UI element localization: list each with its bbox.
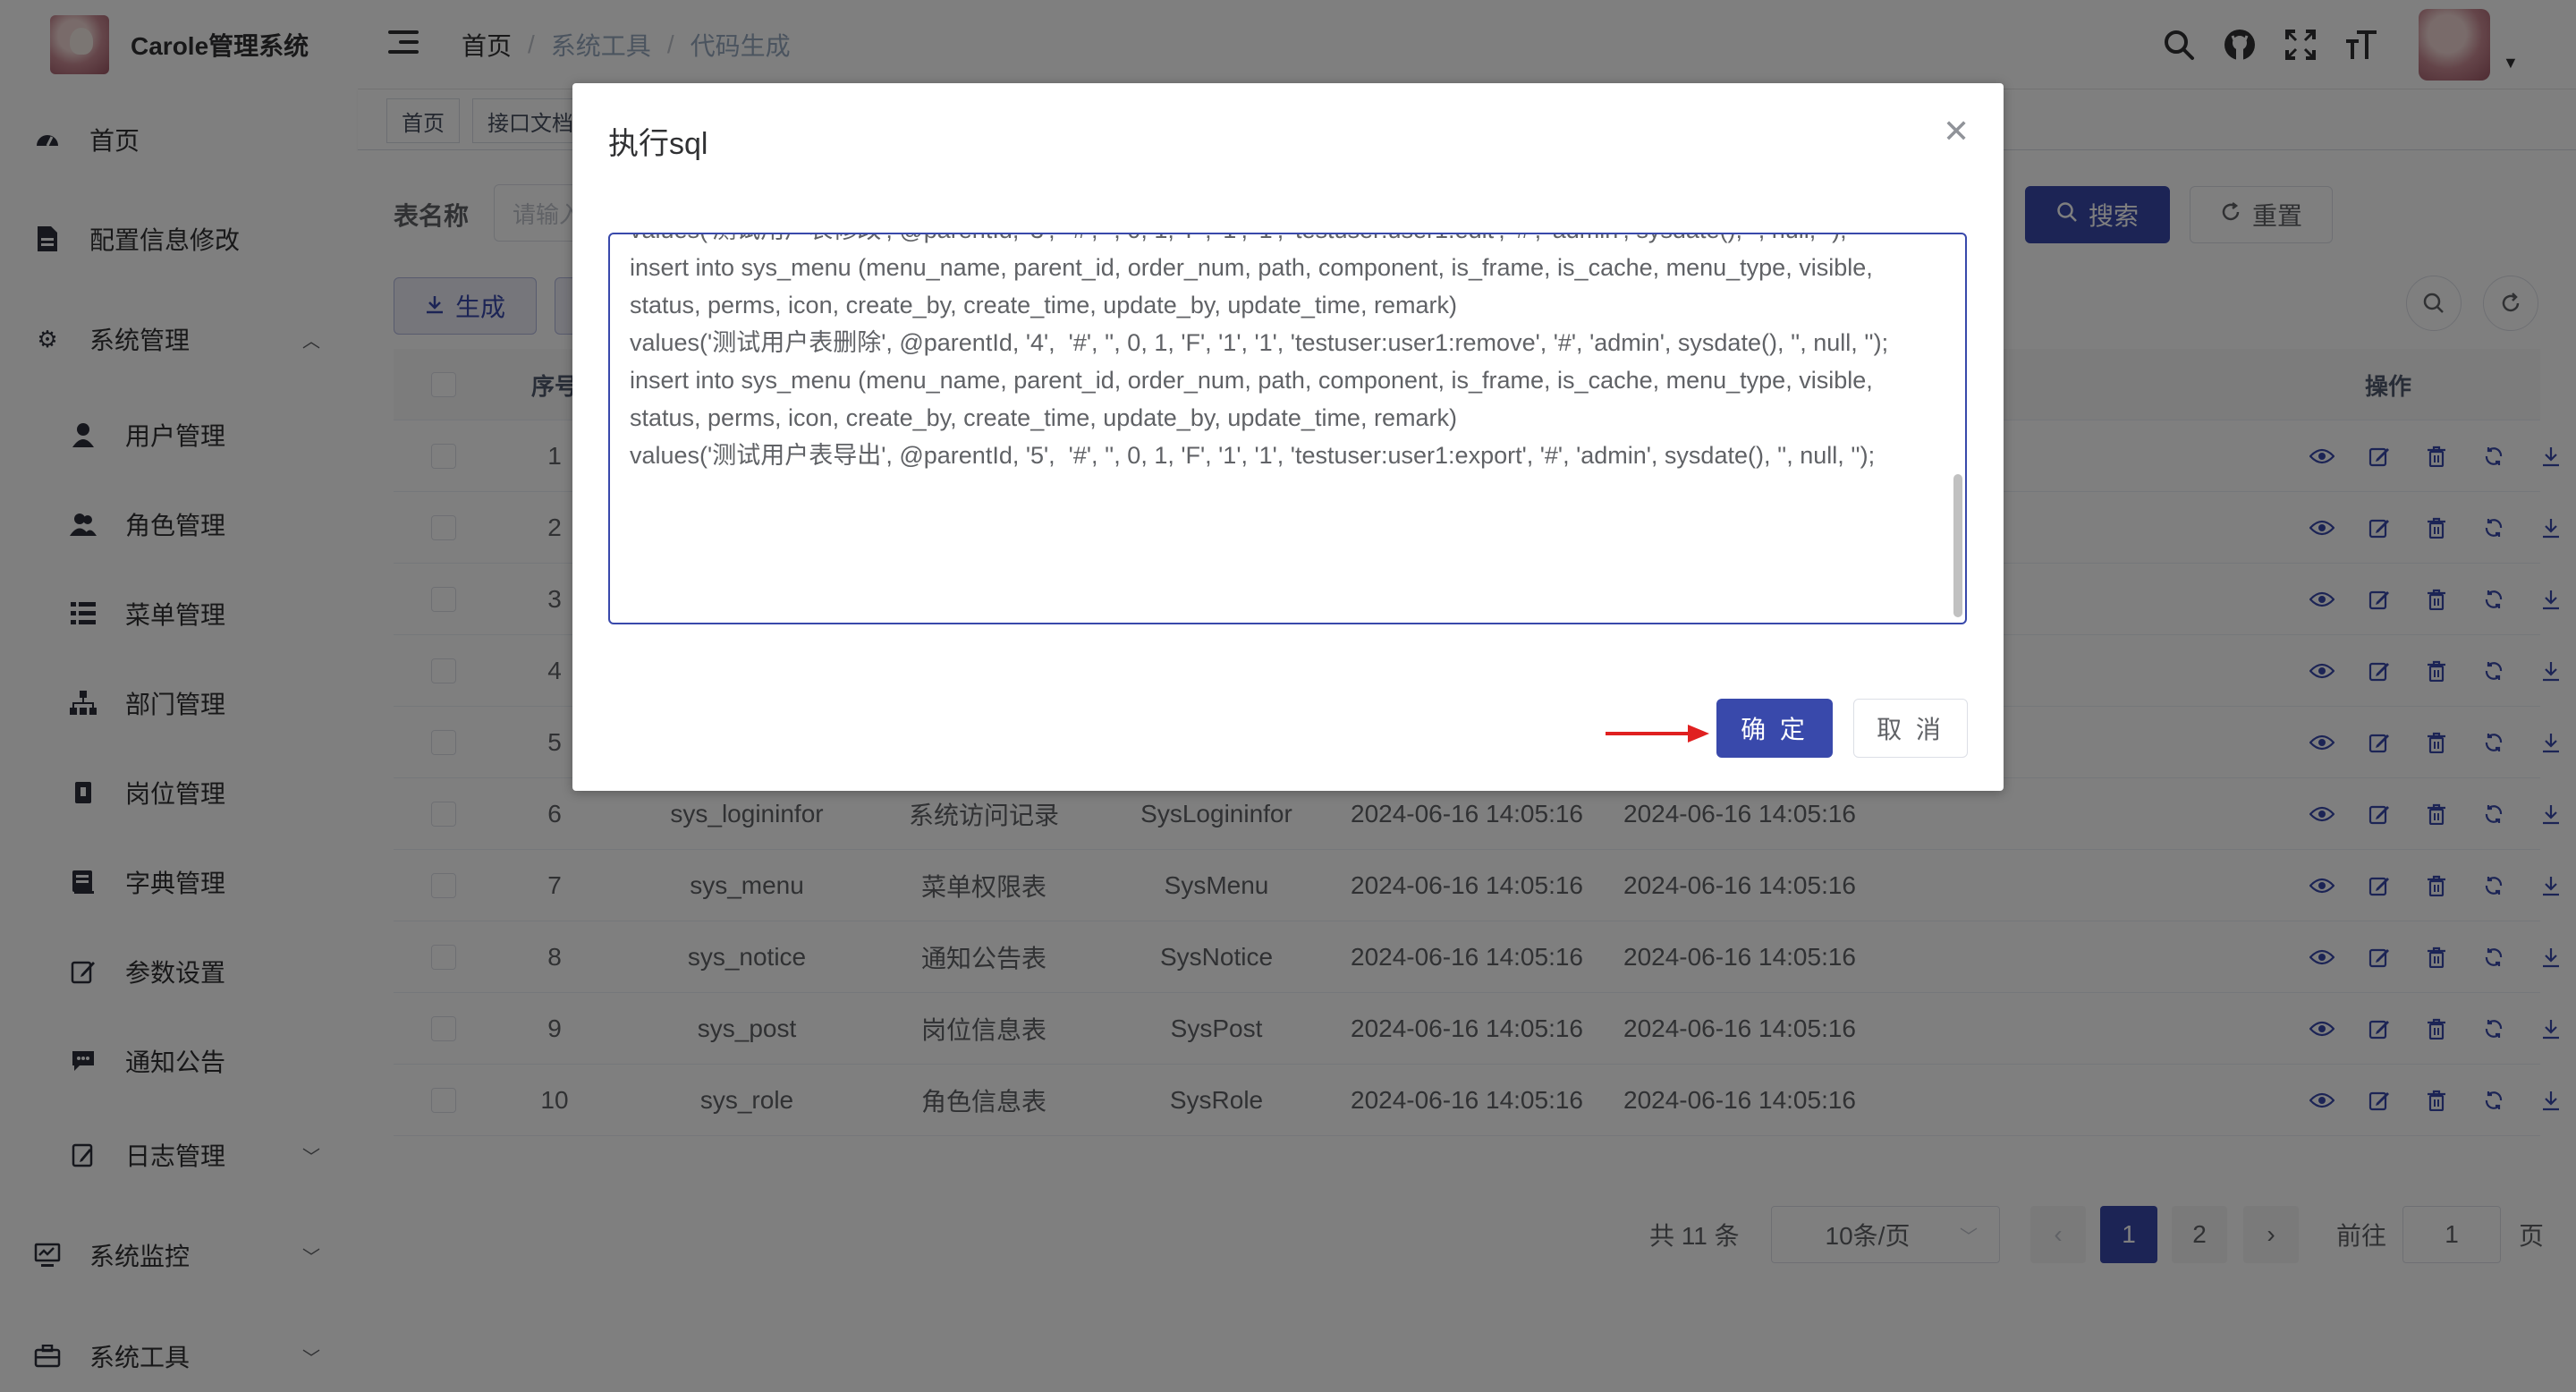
cancel-button[interactable]: 取 消 bbox=[1853, 699, 1968, 758]
scrollbar[interactable] bbox=[1953, 474, 1962, 617]
sql-textarea[interactable]: values('测试用户表修改', @parentId, '3', '#', '… bbox=[608, 233, 1967, 624]
confirm-button[interactable]: 确 定 bbox=[1716, 699, 1833, 758]
execute-sql-dialog: 执行sql ✕ values('测试用户表修改', @parentId, '3'… bbox=[572, 83, 2004, 791]
close-icon[interactable]: ✕ bbox=[1943, 115, 1970, 148]
dialog-title: 执行sql bbox=[608, 127, 708, 161]
annotation-arrow bbox=[1606, 725, 1709, 743]
sql-content: values('测试用户表修改', @parentId, '3', '#', '… bbox=[630, 234, 1889, 469]
